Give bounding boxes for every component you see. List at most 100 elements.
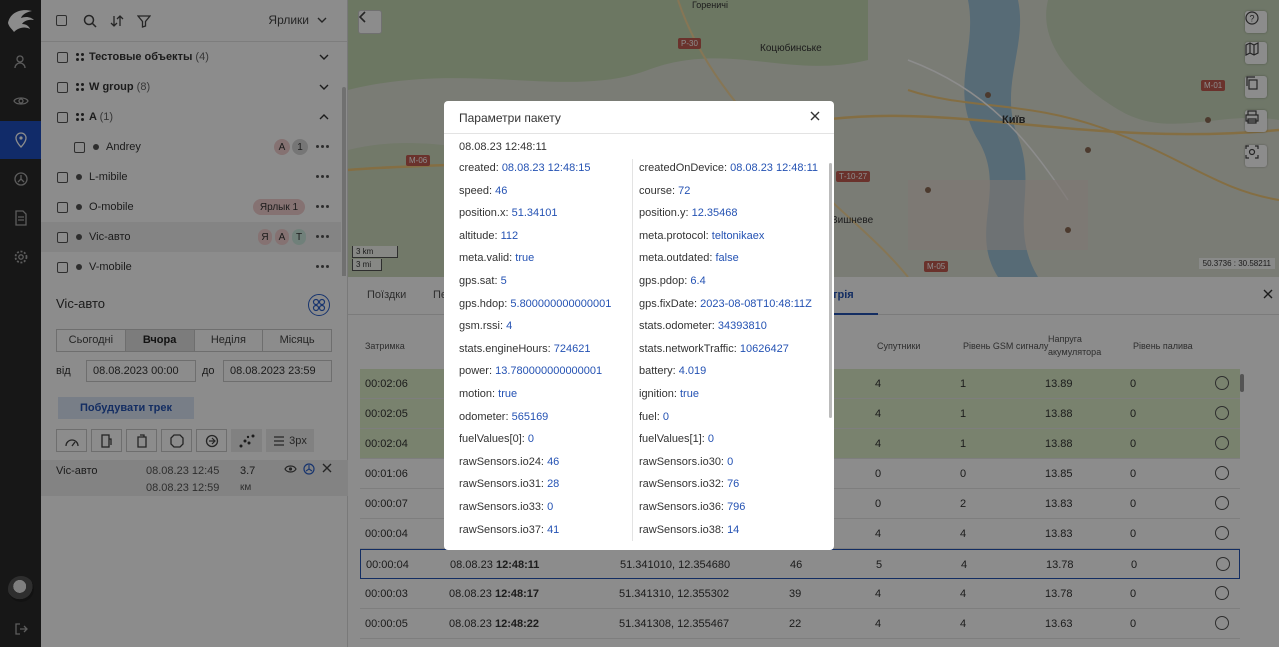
packet-params-dialog: Параметри пакету 08.08.23 12:48:11 creat… — [444, 101, 834, 550]
param-value: 4 — [506, 320, 513, 333]
param-row: gps.hdop: 5.800000000000001 — [459, 298, 611, 312]
param-row: meta.outdated: false — [639, 252, 739, 266]
param-value: 41 — [547, 523, 560, 536]
param-value: 08.08.23 12:48:11 — [730, 162, 818, 174]
param-key: rawSensors.io31: — [459, 478, 544, 491]
param-row: fuel: 0 — [639, 411, 669, 425]
param-key: rawSensors.io33: — [459, 501, 544, 513]
param-key: gps.hdop: — [459, 297, 508, 310]
param-key: gps.pdop: — [639, 275, 688, 287]
param-key: stats.odometer: — [639, 320, 715, 333]
param-value: false — [715, 252, 739, 265]
param-row: stats.networkTraffic: 10626427 — [639, 343, 789, 357]
param-key: stats.networkTraffic: — [639, 342, 737, 355]
param-key: meta.valid: — [459, 252, 513, 265]
param-value: 2023-08-08T10:48:11Z — [700, 297, 812, 310]
param-value: teltonikaex — [711, 229, 765, 242]
dialog-scrollbar[interactable] — [829, 163, 832, 418]
param-row: motion: true — [459, 388, 517, 402]
param-value: 0 — [662, 410, 669, 423]
param-key: position.x: — [459, 207, 509, 220]
param-value: 12.35468 — [691, 207, 738, 220]
param-key: fuelValues[1]: — [639, 433, 705, 446]
param-row: stats.odometer: 34393810 — [639, 320, 767, 334]
param-key: meta.protocol: — [639, 229, 709, 242]
param-row: gps.fixDate: 2023-08-08T10:48:11Z — [639, 298, 812, 312]
dialog-title: Параметри пакету — [459, 111, 561, 125]
param-row: fuelValues[0]: 0 — [459, 433, 534, 447]
param-value: 4.019 — [678, 365, 707, 378]
param-value: 46 — [547, 455, 560, 468]
param-key: rawSensors.io24: — [459, 455, 544, 468]
close-icon[interactable] — [810, 111, 820, 124]
param-row: gps.pdop: 6.4 — [639, 275, 706, 289]
dialog-header: Параметри пакету — [444, 101, 834, 134]
param-value: 724621 — [553, 342, 591, 355]
param-value: 5.800000000000001 — [510, 297, 612, 310]
param-key: odometer: — [459, 410, 509, 423]
param-key: fuel: — [639, 410, 660, 423]
param-row: rawSensors.io38: 14 — [639, 524, 739, 538]
param-key: rawSensors.io36: — [639, 501, 724, 513]
param-value: true — [515, 252, 535, 265]
param-value: 796 — [727, 501, 746, 513]
param-row: gps.sat: 5 — [459, 275, 507, 289]
param-key: speed: — [459, 184, 493, 197]
param-key: createdOnDevice: — [639, 162, 728, 174]
param-key: meta.outdated: — [639, 252, 713, 265]
param-value: 08.08.23 12:48:15 — [501, 162, 591, 174]
param-value: 112 — [500, 229, 519, 242]
param-row: rawSensors.io30: 0 — [639, 456, 733, 470]
param-value: 28 — [547, 478, 560, 491]
param-row: rawSensors.io24: 46 — [459, 456, 559, 470]
param-value: 13.780000000000001 — [495, 365, 603, 378]
param-row: rawSensors.io37: 41 — [459, 524, 559, 538]
param-key: course: — [639, 184, 676, 197]
param-value: 76 — [727, 478, 740, 491]
param-row: rawSensors.io33: 0 — [459, 501, 553, 515]
param-value: 51.34101 — [511, 207, 558, 220]
param-row: meta.protocol: teltonikaex — [639, 230, 764, 244]
param-row: position.y: 12.35468 — [639, 207, 737, 221]
param-row: stats.engineHours: 724621 — [459, 343, 591, 357]
param-row: rawSensors.io31: 28 — [459, 478, 559, 492]
param-key: battery: — [639, 365, 676, 378]
param-value: 72 — [678, 184, 691, 197]
param-key: gps.sat: — [459, 275, 498, 287]
param-value: 565169 — [511, 410, 549, 423]
param-value: true — [679, 388, 699, 400]
param-key: ignition: — [639, 388, 677, 400]
param-row: createdOnDevice: 08.08.23 12:48:11 — [639, 162, 818, 176]
param-value: 0 — [707, 433, 715, 446]
param-value: 0 — [727, 455, 734, 468]
param-key: gps.fixDate: — [639, 297, 698, 310]
column-divider — [632, 159, 633, 541]
param-value: 14 — [727, 523, 740, 536]
param-key: rawSensors.io37: — [459, 523, 544, 536]
param-key: created: — [459, 162, 499, 174]
param-row: power: 13.780000000000001 — [459, 365, 602, 379]
param-value: 6.4 — [690, 275, 706, 287]
param-row: speed: 46 — [459, 185, 507, 199]
param-value: 34393810 — [717, 320, 767, 333]
param-row: rawSensors.io32: 76 — [639, 478, 739, 492]
param-key: fuelValues[0]: — [459, 433, 525, 446]
param-value: 10626427 — [739, 342, 789, 355]
param-row: position.x: 51.34101 — [459, 207, 557, 221]
param-key: altitude: — [459, 229, 498, 242]
param-key: motion: — [459, 388, 496, 400]
param-key: position.y: — [639, 207, 689, 220]
param-key: rawSensors.io30: — [639, 455, 724, 468]
packet-date: 08.08.23 12:48:11 — [459, 141, 547, 153]
param-row: ignition: true — [639, 388, 699, 402]
param-row: odometer: 565169 — [459, 411, 548, 425]
param-row: fuelValues[1]: 0 — [639, 433, 714, 447]
param-value: true — [498, 388, 518, 400]
param-key: gsm.rssi: — [459, 320, 503, 333]
param-key: stats.engineHours: — [459, 342, 551, 355]
param-row: meta.valid: true — [459, 252, 534, 266]
param-row: gsm.rssi: 4 — [459, 320, 512, 334]
param-value: 5 — [500, 275, 507, 287]
param-row: battery: 4.019 — [639, 365, 706, 379]
param-key: rawSensors.io38: — [639, 523, 724, 536]
